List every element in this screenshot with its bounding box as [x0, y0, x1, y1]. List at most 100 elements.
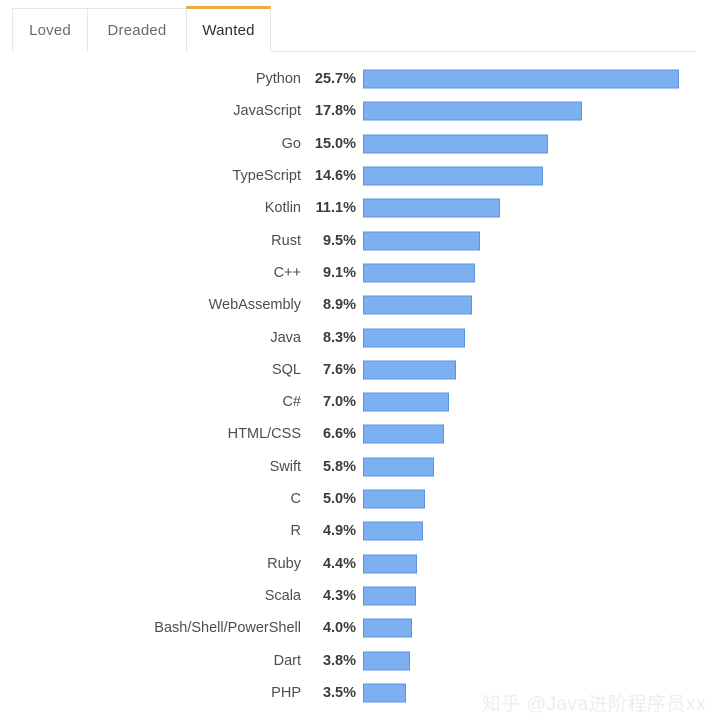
bar-track: [363, 134, 548, 154]
value-label: 4.3%: [322, 587, 356, 604]
bar-track: [363, 392, 450, 412]
bar[interactable]: [363, 586, 416, 606]
bar-track: [363, 328, 466, 348]
bar[interactable]: [363, 521, 424, 541]
bar-track: [363, 166, 543, 186]
bar[interactable]: [363, 651, 410, 671]
bar[interactable]: [363, 198, 500, 218]
value-label: 7.0%: [322, 394, 356, 411]
category-label: Ruby: [267, 555, 301, 572]
bar-row: Swift 5.8%: [0, 451, 720, 483]
bar-track: [363, 618, 413, 638]
bar-row: Scala 4.3%: [0, 580, 720, 612]
category-label: HTML/CSS: [227, 426, 301, 443]
value-label: 15.0%: [314, 135, 356, 152]
bar-row: R 4.9%: [0, 515, 720, 547]
bar-row: HTML/CSS 6.6%: [0, 418, 720, 450]
category-label: Go: [281, 135, 301, 152]
bar-row: WebAssembly 8.9%: [0, 289, 720, 321]
category-label: TypeScript: [232, 168, 302, 185]
bar[interactable]: [363, 134, 548, 154]
bar-row: Ruby 4.4%: [0, 548, 720, 580]
bar[interactable]: [363, 489, 425, 509]
bar[interactable]: [363, 618, 413, 638]
value-label: 4.0%: [322, 620, 356, 637]
category-label: Bash/Shell/PowerShell: [154, 620, 301, 637]
bar-track: [363, 683, 407, 703]
bar-row: C++ 9.1%: [0, 257, 720, 289]
category-label: PHP: [271, 684, 301, 701]
value-label: 5.0%: [322, 491, 356, 508]
value-label: 8.9%: [322, 297, 356, 314]
value-label: 6.6%: [322, 426, 356, 443]
category-label: Dart: [273, 652, 301, 669]
watermark: 知乎 @Java进阶程序员xx: [481, 694, 706, 715]
bar-track: [363, 424, 445, 444]
tab-loved-label: Loved: [29, 22, 71, 39]
bar-track: [363, 554, 418, 574]
bar-row: C 5.0%: [0, 483, 720, 515]
bar[interactable]: [363, 392, 450, 412]
category-label: Java: [270, 329, 301, 346]
bar-track: [363, 198, 500, 218]
bar-track: [363, 69, 680, 89]
value-label: 9.5%: [322, 232, 356, 249]
bar-row: Java 8.3%: [0, 321, 720, 353]
value-label: 5.8%: [322, 458, 356, 475]
bar-row: Kotlin 11.1%: [0, 192, 720, 224]
value-label: 25.7%: [314, 71, 356, 88]
bar[interactable]: [363, 231, 480, 251]
bar[interactable]: [363, 295, 473, 315]
bar-track: [363, 521, 424, 541]
value-label: 3.5%: [322, 684, 356, 701]
value-label: 7.6%: [322, 361, 356, 378]
bar-track: [363, 295, 473, 315]
bar[interactable]: [363, 683, 407, 703]
value-label: 14.6%: [314, 168, 356, 185]
value-label: 4.4%: [322, 555, 356, 572]
bar-track: [363, 263, 475, 283]
bar[interactable]: [363, 166, 543, 186]
category-label: Kotlin: [264, 200, 301, 217]
bar-track: [363, 360, 457, 380]
wanted-languages-bar-chart: Python 25.7% JavaScript 17.8% Go 15.0% TypeScr…: [0, 53, 720, 722]
category-label: R: [290, 523, 301, 540]
bar-row: Python 25.7%: [0, 63, 720, 95]
category-label: JavaScript: [233, 103, 301, 120]
category-label: Scala: [264, 587, 301, 604]
bar-row: SQL 7.6%: [0, 354, 720, 386]
bar-row: Go 15.0%: [0, 128, 720, 160]
category-label: Rust: [271, 232, 301, 249]
tab-wanted[interactable]: Wanted: [186, 6, 271, 52]
bar[interactable]: [363, 457, 435, 477]
bar-row: JavaScript 17.8%: [0, 95, 720, 127]
value-label: 8.3%: [322, 329, 356, 346]
tab-dreaded-label: Dreaded: [107, 22, 167, 39]
active-tab-underline-mask: [187, 50, 270, 53]
tab-bar: Loved Dreaded Wanted: [0, 0, 720, 53]
bar[interactable]: [363, 360, 457, 380]
bar-row: Rust 9.5%: [0, 225, 720, 257]
bar[interactable]: [363, 263, 475, 283]
bar[interactable]: [363, 101, 582, 121]
category-label: WebAssembly: [208, 297, 301, 314]
bar-track: [363, 489, 425, 509]
bar-track: [363, 586, 416, 606]
tab-loved[interactable]: Loved: [12, 8, 88, 52]
bar-track: [363, 457, 435, 477]
category-label: SQL: [271, 361, 301, 378]
value-label: 11.1%: [315, 200, 356, 217]
bar[interactable]: [363, 328, 466, 348]
bar[interactable]: [363, 69, 680, 89]
category-label: Python: [255, 71, 301, 88]
bar[interactable]: [363, 424, 445, 444]
tab-wanted-label: Wanted: [202, 22, 255, 39]
category-label: C++: [273, 264, 301, 281]
bar-row: Dart 3.8%: [0, 644, 720, 676]
bar-row: TypeScript 14.6%: [0, 160, 720, 192]
bar-row: C# 7.0%: [0, 386, 720, 418]
value-label: 3.8%: [322, 652, 356, 669]
bar[interactable]: [363, 554, 418, 574]
bar-track: [363, 231, 480, 251]
tab-dreaded[interactable]: Dreaded: [87, 8, 187, 52]
